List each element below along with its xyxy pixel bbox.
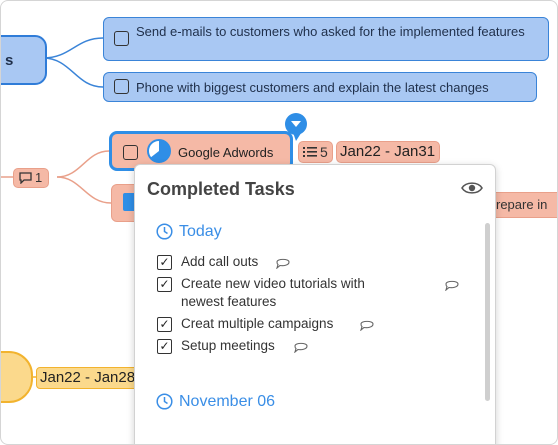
task-label: Send e-mails to customers who asked for … <box>136 24 525 39</box>
completed-checkbox[interactable]: ✓ <box>157 317 172 332</box>
completed-task-label: Create new video tutorials with newest f… <box>181 276 365 309</box>
subtask-count-badge[interactable]: 5 <box>298 141 333 163</box>
comment-icon[interactable] <box>293 340 309 353</box>
list-icon <box>303 147 317 157</box>
completed-task-label: Setup meetings <box>181 338 275 353</box>
task-node-phone-customers[interactable]: Phone with biggest customers and explain… <box>103 72 537 102</box>
task-node-prepare[interactable]: repare in <box>489 192 557 218</box>
task-checkbox[interactable] <box>114 79 129 94</box>
comment-count: 1 <box>35 170 43 185</box>
popup-scrollbar[interactable] <box>485 223 490 401</box>
date-range-text: Jan22 - Jan28 <box>40 369 136 386</box>
clock-icon <box>156 223 173 240</box>
completed-task-label: Add call outs <box>181 254 259 269</box>
comment-icon <box>19 172 32 184</box>
date-range-badge-bottom[interactable]: Jan22 - Jan28 <box>36 367 140 389</box>
task-node-send-emails[interactable]: Send e-mails to customers who asked for … <box>103 17 549 61</box>
completed-checkbox[interactable]: ✓ <box>157 255 172 270</box>
progress-pie-icon <box>147 139 171 163</box>
date-range-badge[interactable]: Jan22 - Jan31 <box>336 141 440 163</box>
mind-map-canvas[interactable]: s Send e-mails to customers who asked fo… <box>0 0 558 445</box>
comment-icon[interactable] <box>275 256 291 269</box>
section-title-november: November 06 <box>179 393 276 410</box>
eye-icon[interactable] <box>461 180 483 196</box>
task-checkbox[interactable] <box>123 145 138 160</box>
comment-icon[interactable] <box>444 278 460 291</box>
task-checkbox[interactable] <box>114 31 129 46</box>
section-title-today: Today <box>179 223 222 240</box>
node-label: repare in <box>496 197 548 212</box>
comment-icon[interactable] <box>359 318 375 331</box>
root-node-label: s <box>5 52 14 69</box>
date-range-text: Jan22 - Jan31 <box>340 143 436 160</box>
completed-checkbox[interactable]: ✓ <box>157 277 172 292</box>
node-label: Google Adwords <box>178 145 274 160</box>
completed-tasks-popup: Completed Tasks Today ✓ Add call outs ✓ … <box>134 164 496 444</box>
node-menu-marker-icon[interactable] <box>283 112 309 142</box>
subtask-count: 5 <box>320 144 328 160</box>
comment-badge[interactable]: 1 <box>13 168 49 188</box>
task-label: Phone with biggest customers and explain… <box>136 80 489 95</box>
completed-checkbox[interactable]: ✓ <box>157 339 172 354</box>
popup-title: Completed Tasks <box>147 179 295 199</box>
clock-icon <box>156 393 173 410</box>
completed-task-label: Creat multiple campaigns <box>181 316 334 331</box>
